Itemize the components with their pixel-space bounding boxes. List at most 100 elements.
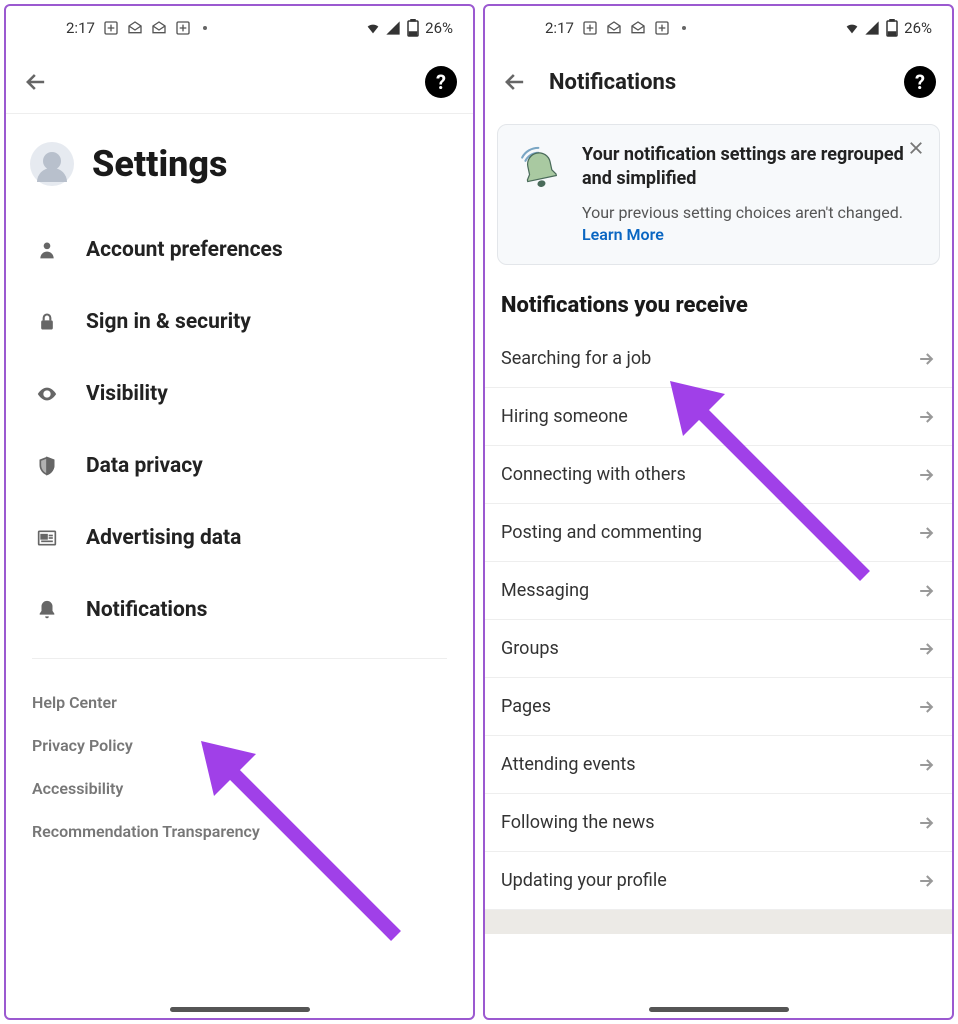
help-button[interactable]: ?	[904, 66, 936, 98]
chevron-right-icon	[916, 349, 936, 369]
chevron-right-icon	[916, 465, 936, 485]
info-banner: Your notification settings are regrouped…	[497, 124, 940, 265]
battery-icon	[405, 20, 421, 36]
wifi-icon	[844, 20, 860, 36]
notif-item-label: Groups	[501, 638, 559, 659]
bell-icon	[34, 598, 60, 622]
settings-item-data-privacy[interactable]: Data privacy	[6, 430, 473, 502]
chevron-right-icon	[916, 755, 936, 775]
notif-item-label: Updating your profile	[501, 870, 667, 891]
status-bar: 2:17 26%	[485, 6, 952, 50]
close-banner-button[interactable]	[907, 139, 925, 157]
notif-item-posting-and-commenting[interactable]: Posting and commenting	[485, 504, 952, 562]
status-more-dot	[203, 26, 207, 30]
wifi-icon	[365, 20, 381, 36]
status-icon-app2	[175, 20, 191, 36]
newspaper-icon	[34, 528, 60, 548]
settings-item-advertising-data[interactable]: Advertising data	[6, 502, 473, 574]
banner-title: Your notification settings are regrouped…	[582, 143, 923, 192]
settings-item-label: Data privacy	[86, 454, 203, 478]
notif-item-label: Attending events	[501, 754, 636, 775]
chevron-right-icon	[916, 697, 936, 717]
app-header: Notifications ?	[485, 50, 952, 114]
help-button[interactable]: ?	[425, 66, 457, 98]
chevron-right-icon	[916, 523, 936, 543]
status-icon-mail1	[127, 20, 143, 36]
notif-item-searching-for-a-job[interactable]: Searching for a job	[485, 330, 952, 388]
footer-link-accessibility[interactable]: Accessibility	[32, 767, 447, 810]
notif-item-updating-your-profile[interactable]: Updating your profile	[485, 852, 952, 910]
notif-item-messaging[interactable]: Messaging	[485, 562, 952, 620]
notif-item-label: Pages	[501, 696, 551, 717]
status-time: 2:17	[545, 19, 574, 37]
status-more-dot	[682, 26, 686, 30]
status-icon-app2	[654, 20, 670, 36]
screen-notifications: 2:17 26%	[483, 4, 954, 1020]
chevron-right-icon	[916, 639, 936, 659]
lock-icon	[34, 311, 60, 333]
banner-bell-icon	[514, 143, 566, 195]
notif-item-connecting-with-others[interactable]: Connecting with others	[485, 446, 952, 504]
notif-item-groups[interactable]: Groups	[485, 620, 952, 678]
banner-subtitle: Your previous setting choices aren't cha…	[582, 202, 923, 247]
page-title: Settings	[92, 143, 228, 185]
settings-item-visibility[interactable]: Visibility	[6, 358, 473, 430]
bottom-spacer	[485, 910, 952, 934]
notif-item-label: Connecting with others	[501, 464, 686, 485]
notif-item-pages[interactable]: Pages	[485, 678, 952, 736]
notif-item-label: Posting and commenting	[501, 522, 702, 543]
back-button[interactable]	[22, 68, 50, 96]
shield-icon	[34, 454, 60, 478]
settings-item-account-preferences[interactable]: Account preferences	[6, 214, 473, 286]
chevron-right-icon	[916, 407, 936, 427]
footer-links: Help Center Privacy Policy Accessibility…	[6, 663, 473, 871]
settings-item-notifications[interactable]: Notifications	[6, 574, 473, 646]
status-bar: 2:17 26%	[6, 6, 473, 50]
battery-percent: 26%	[904, 19, 932, 37]
signal-icon	[864, 20, 880, 36]
settings-title-row: Settings	[6, 114, 473, 206]
section-title: Notifications you receive	[485, 275, 952, 330]
divider	[32, 658, 447, 659]
settings-list: Account preferences Sign in & security V…	[6, 206, 473, 654]
settings-item-sign-in-security[interactable]: Sign in & security	[6, 286, 473, 358]
learn-more-link[interactable]: Learn More	[582, 225, 664, 244]
home-indicator[interactable]	[649, 1007, 789, 1012]
status-icon-app1	[582, 20, 598, 36]
person-icon	[34, 239, 60, 261]
footer-link-privacy-policy[interactable]: Privacy Policy	[32, 724, 447, 767]
status-time: 2:17	[66, 19, 95, 37]
footer-link-recommendation-transparency[interactable]: Recommendation Transparency	[32, 810, 447, 853]
notification-categories-list: Searching for a job Hiring someone Conne…	[485, 330, 952, 910]
settings-item-label: Sign in & security	[86, 310, 251, 334]
notif-item-label: Searching for a job	[501, 348, 651, 369]
notif-item-hiring-someone[interactable]: Hiring someone	[485, 388, 952, 446]
notif-item-label: Following the news	[501, 812, 655, 833]
settings-item-label: Visibility	[86, 382, 168, 406]
chevron-right-icon	[916, 581, 936, 601]
app-header: ?	[6, 50, 473, 114]
status-icon-app1	[103, 20, 119, 36]
signal-icon	[385, 20, 401, 36]
chevron-right-icon	[916, 871, 936, 891]
settings-item-label: Account preferences	[86, 238, 283, 262]
back-button[interactable]	[501, 68, 529, 96]
chevron-right-icon	[916, 813, 936, 833]
footer-link-help-center[interactable]: Help Center	[32, 681, 447, 724]
notif-item-label: Hiring someone	[501, 406, 628, 427]
eye-icon	[34, 383, 60, 405]
notif-item-following-the-news[interactable]: Following the news	[485, 794, 952, 852]
settings-item-label: Advertising data	[86, 526, 241, 550]
screen-settings: 2:17 26%	[4, 4, 475, 1020]
notif-item-label: Messaging	[501, 580, 589, 601]
battery-percent: 26%	[425, 19, 453, 37]
home-indicator[interactable]	[170, 1007, 310, 1012]
status-icon-mail2	[630, 20, 646, 36]
settings-item-label: Notifications	[86, 598, 207, 622]
avatar[interactable]	[30, 142, 74, 186]
status-icon-mail1	[606, 20, 622, 36]
battery-icon	[884, 20, 900, 36]
status-icon-mail2	[151, 20, 167, 36]
notif-item-attending-events[interactable]: Attending events	[485, 736, 952, 794]
page-title: Notifications	[549, 70, 884, 95]
